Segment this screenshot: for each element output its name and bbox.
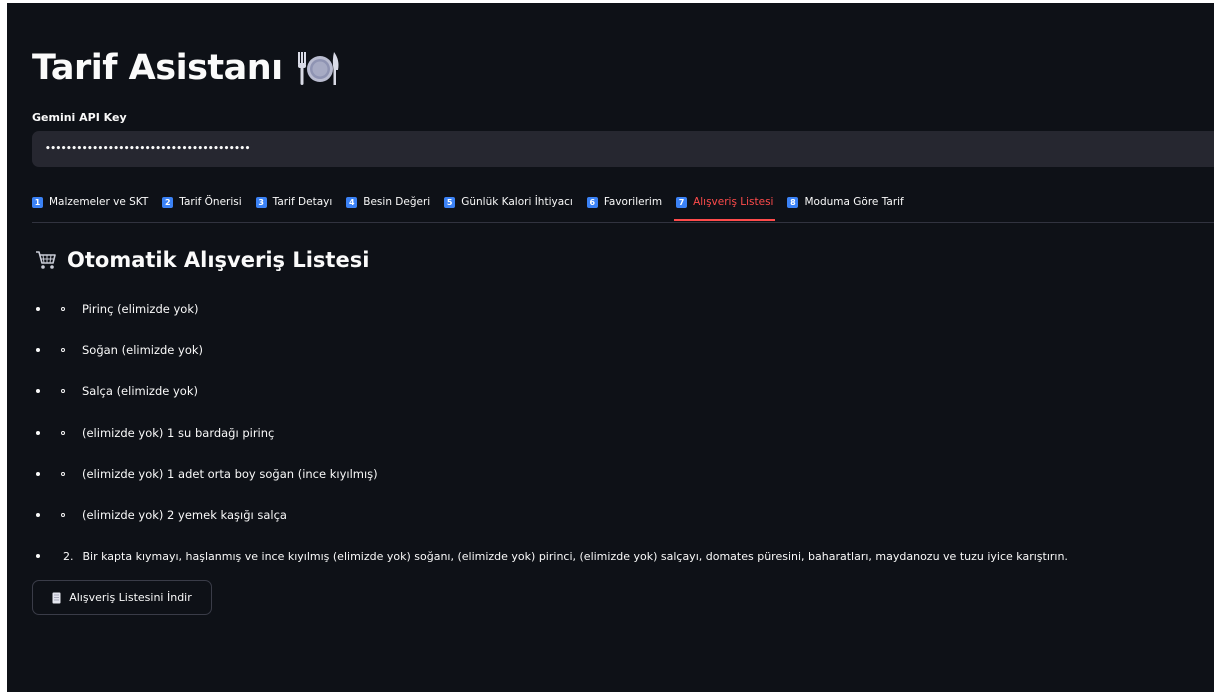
list-item-text: (elimizde yok) 2 yemek kaşığı salça — [82, 508, 287, 522]
tab-number-badge: 3 — [255, 196, 267, 208]
section-title: Otomatik Alışveriş Listesi — [35, 248, 369, 272]
download-shopping-list-button[interactable]: Alışveriş Listesini İndir — [32, 580, 212, 615]
shopping-cart-icon — [35, 250, 57, 270]
tab-ingredients[interactable]: 1 Malzemeler ve SKT — [32, 192, 148, 212]
tab-label: Tarif Detayı — [272, 196, 333, 208]
tab-number-badge: 5 — [444, 196, 456, 208]
sub-bullet-icon — [61, 472, 65, 476]
list-item-text: (elimizde yok) 1 su bardağı pirinç — [82, 426, 275, 440]
list-item-text: Soğan (elimizde yok) — [82, 343, 204, 357]
tab-number-badge: 4 — [346, 196, 358, 208]
bullet-icon — [36, 389, 40, 393]
tab-label: Besin Değeri — [363, 196, 431, 208]
sub-bullet-icon — [61, 431, 65, 435]
list-item: (elimizde yok) 1 su bardağı pirinç — [32, 423, 274, 443]
step-number: 2. — [63, 549, 74, 563]
tab-recipe-suggestion[interactable]: 2 Tarif Önerisi — [162, 192, 242, 212]
sub-bullet-icon — [61, 307, 65, 311]
list-item: Soğan (elimizde yok) — [32, 340, 203, 360]
page-title-text: Tarif Asistanı — [32, 48, 283, 88]
plate-with-cutlery-icon — [297, 48, 341, 88]
api-key-label: Gemini API Key — [32, 111, 127, 124]
sub-bullet-icon — [61, 348, 65, 352]
section-title-text: Otomatik Alışveriş Listesi — [67, 248, 370, 272]
tab-number-badge: 2 — [162, 196, 174, 208]
list-item: Salça (elimizde yok) — [32, 381, 198, 401]
tab-label: Malzemeler ve SKT — [49, 196, 149, 208]
step-text: Bir kapta kıymayı, haşlanmış ve ince kıy… — [82, 549, 1068, 563]
tab-mood-recipe[interactable]: 8 Moduma Göre Tarif — [787, 192, 904, 212]
list-item: (elimizde yok) 1 adet orta boy soğan (in… — [32, 464, 378, 484]
tab-shopping-list[interactable]: 7 Alışveriş Listesi — [674, 192, 776, 221]
tab-label: Moduma Göre Tarif — [804, 196, 904, 208]
api-key-input[interactable]: ••••••••••••••••••••••••••••••••••••••• — [32, 131, 1214, 167]
list-item-step: 2. Bir kapta kıymayı, haşlanmış ve ince … — [32, 546, 1068, 566]
tab-number-badge: 8 — [787, 196, 799, 208]
list-item: Pirinç (elimizde yok) — [32, 299, 198, 319]
list-item: (elimizde yok) 2 yemek kaşığı salça — [32, 505, 287, 525]
bullet-icon — [36, 554, 40, 558]
list-item-text: Salça (elimizde yok) — [82, 384, 198, 398]
tab-daily-calories[interactable]: 5 Günlük Kalori İhtiyacı — [444, 192, 573, 212]
download-button-label: Alışveriş Listesini İndir — [69, 591, 192, 604]
tab-number-badge: 1 — [32, 196, 43, 208]
tab-nutrition[interactable]: 4 Besin Değeri — [346, 192, 430, 212]
tab-recipe-detail[interactable]: 3 Tarif Detayı — [255, 192, 333, 212]
tab-label: Favorilerim — [603, 196, 663, 208]
bullet-icon — [36, 307, 40, 311]
list-item-text: (elimizde yok) 1 adet orta boy soğan (in… — [82, 467, 378, 481]
sub-bullet-icon — [61, 513, 65, 517]
bullet-icon — [36, 348, 40, 352]
bullet-icon — [36, 431, 40, 435]
tab-label: Günlük Kalori İhtiyacı — [461, 196, 573, 208]
bullet-icon — [36, 513, 40, 517]
tab-label: Tarif Önerisi — [179, 196, 242, 208]
tab-bar: 1 Malzemeler ve SKT 2 Tarif Önerisi 3 Ta… — [32, 192, 1214, 223]
sub-bullet-icon — [61, 389, 65, 393]
list-item-text: Pirinç (elimizde yok) — [82, 302, 199, 316]
bullet-icon — [36, 472, 40, 476]
scroll-icon — [52, 592, 61, 604]
tab-number-badge: 7 — [676, 196, 688, 208]
tab-label: Alışveriş Listesi — [693, 196, 774, 208]
app-container: Tarif Asistanı Gemini API Key ••••••••••… — [7, 3, 1214, 692]
tab-number-badge: 6 — [586, 196, 598, 208]
page-title: Tarif Asistanı — [32, 43, 341, 93]
tab-favorites[interactable]: 6 Favorilerim — [586, 192, 663, 212]
